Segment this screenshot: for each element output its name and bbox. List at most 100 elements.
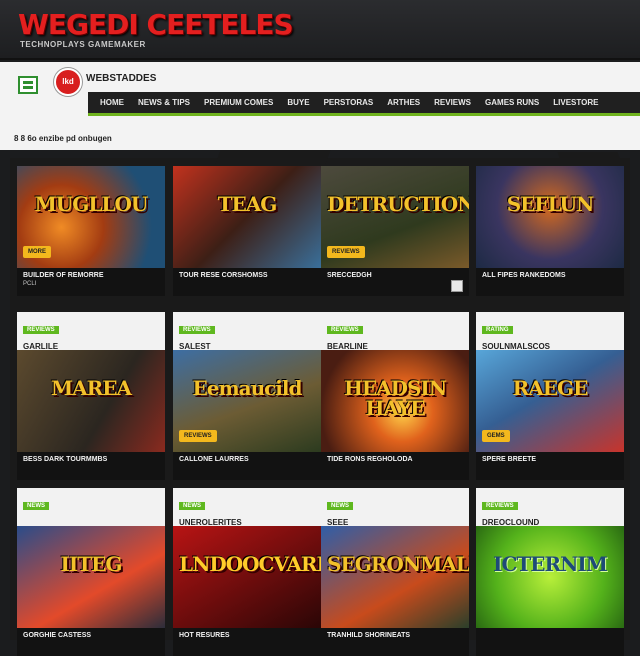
article-card[interactable]: RATING SOULNMALSCOS RAEGE GEMS SPERE BRE… [476,312,624,480]
article-card[interactable]: MUGLLOU MORE BUILDER OF REMORRE PCLI [17,166,165,296]
main-nav: HOME NEWS & TIPS PREMIUM COMES BUYE PERS… [88,92,640,116]
article-card[interactable]: NEWS SEEE SEGRONMALE TRANHILD SHORINEATS [321,488,469,656]
category-tag[interactable]: REVIEWS [482,502,518,510]
thumbnail-art-title: MUGLLOU [34,192,149,216]
article-title[interactable]: TIDE RONS REGHOLODA [327,456,463,463]
thumbnail-art-title: IITEG [60,552,123,576]
article-meta: SRECCEDGH [321,268,469,296]
article-title[interactable]: BESS DARK TOURMMBS [23,456,159,463]
nav-item-games-runs[interactable]: GAMES RUNS [485,98,539,107]
site-name[interactable]: WEBSTADDES [86,73,156,84]
article-meta: SPERE BREETE [476,452,624,480]
article-card[interactable]: REVIEWS GARLILE MAREA BESS DARK TOURMMBS [17,312,165,480]
article-thumbnail[interactable]: SEGRONMALE [321,526,469,628]
article-title[interactable]: HOT RESURES [179,632,315,639]
article-meta: GORGHIE CASTESS [17,628,165,656]
article-meta: HOT RESURES [173,628,321,656]
category-tag[interactable]: REVIEWS [23,326,59,334]
article-card[interactable]: NEWS UNEROLERITES LNDOOCVARBEE HOT RESUR… [173,488,321,656]
card-header: NEWS UNEROLERITES [173,488,321,527]
article-card[interactable]: REVIEWS BEARLINE HEADSIN HAYE TIDE RONS … [321,312,469,480]
breadcrumb-text[interactable]: enzibe pd onbugen [39,134,112,143]
article-thumbnail[interactable]: MAREA [17,350,165,452]
category-tag[interactable]: NEWS [23,502,49,510]
card-header: REVIEWS BEARLINE [321,312,469,351]
gems-badge[interactable]: GEMS [482,430,510,442]
reviews-badge[interactable]: REVIEWS [179,430,217,442]
site-logo-badge[interactable]: lkd [54,68,82,96]
nav-item-buye[interactable]: BUYE [287,98,309,107]
article-meta [476,628,624,656]
article-meta: BUILDER OF REMORRE PCLI [17,268,165,296]
card-header: REVIEWS DREOCLOUND [476,488,624,527]
article-meta: TOUR RESE CORSHOMSS [173,268,321,296]
category-tag[interactable]: REVIEWS [327,326,363,334]
article-title[interactable]: ALL FIPES RANKEDOMS [482,272,618,279]
thumbnail-art-title: MAREA [50,376,132,400]
nav-item-livestore[interactable]: LIVESTORE [553,98,598,107]
menu-icon[interactable] [18,76,38,94]
thumbnail-art-title: DETRUCTION [327,192,469,216]
article-thumbnail[interactable]: ICTERNIM [476,526,624,628]
thumbnail-art-title: Eemaucild [192,376,303,400]
reviews-badge[interactable]: REVIEWS [327,246,365,258]
article-meta: BESS DARK TOURMMBS [17,452,165,480]
nav-item-perstoras[interactable]: PERSTORAS [324,98,374,107]
site-brand-logo[interactable]: WEGEDI CEETELES [18,8,294,41]
article-title[interactable]: SRECCEDGH [327,272,463,279]
article-title[interactable]: GORGHIE CASTESS [23,632,159,639]
article-thumbnail[interactable]: MUGLLOU MORE [17,166,165,268]
category-tag[interactable]: REVIEWS [179,326,215,334]
grid-decoration [557,152,623,166]
thumbnail-art-title: RAEGE [512,376,589,400]
category-tag[interactable]: RATING [482,326,513,334]
card-header: RATING SOULNMALSCOS [476,312,624,351]
category-tag[interactable]: NEWS [179,502,205,510]
nav-item-reviews[interactable]: REVIEWS [434,98,471,107]
article-card[interactable]: NEWS IITEG GORGHIE CASTESS [17,488,165,656]
nav-item-arthes[interactable]: ARTHES [387,98,420,107]
thumbnail-art-title: HEADSIN HAYE [343,376,447,420]
grid-decoration [215,150,331,164]
top-header: WEGEDI CEETELES TECHNOPLAYS GAMEMAKER [0,0,640,60]
breadcrumb: 8 8 6o enzibe pd onbugen [14,134,112,143]
article-thumbnail[interactable]: LNDOOCVARBEE [173,526,321,628]
article-thumbnail[interactable]: TEAG [173,166,321,268]
site-tagline: TECHNOPLAYS GAMEMAKER [20,40,146,49]
thumbnail-art-title: SEFLUN [506,192,595,216]
thumbnail-art-title: ICTERNIM [493,552,608,576]
article-meta: CALLONE LAURRES [173,452,321,480]
article-card[interactable]: TEAG TOUR RESE CORSHOMSS [173,166,321,296]
more-badge[interactable]: MORE [23,246,51,258]
card-header: REVIEWS GARLILE [17,312,165,351]
article-meta: TIDE RONS REGHOLODA [321,452,469,480]
card-header: NEWS SEEE [321,488,469,527]
card-header: REVIEWS SALEST [173,312,321,351]
nav-item-news[interactable]: NEWS & TIPS [138,98,190,107]
nav-item-premium[interactable]: PREMIUM COMES [204,98,273,107]
article-title[interactable]: SPERE BREETE [482,456,618,463]
article-title[interactable]: TRANHILD SHORINEATS [327,632,463,639]
thumbnail-art-title: TEAG [217,192,278,216]
article-title[interactable]: TOUR RESE CORSHOMSS [179,272,315,279]
article-title[interactable]: BUILDER OF REMORRE [23,272,159,279]
article-meta: TRANHILD SHORINEATS [321,628,469,656]
share-icon[interactable] [451,280,463,292]
nav-item-home[interactable]: HOME [100,98,124,107]
article-thumbnail[interactable]: RAEGE GEMS [476,350,624,452]
article-thumbnail[interactable]: IITEG [17,526,165,628]
article-thumbnail[interactable]: Eemaucild REVIEWS [173,350,321,452]
article-title[interactable]: CALLONE LAURRES [179,456,315,463]
article-card[interactable]: DETRUCTION REVIEWS SRECCEDGH [321,166,469,296]
article-card[interactable]: REVIEWS SALEST Eemaucild REVIEWS CALLONE… [173,312,321,480]
article-thumbnail[interactable]: DETRUCTION REVIEWS [321,166,469,268]
thumbnail-art-title: LNDOOCVARBEE [179,552,321,576]
breadcrumb-prefix[interactable]: 8 8 6o [14,134,37,143]
category-tag[interactable]: NEWS [327,502,353,510]
article-meta: ALL FIPES RANKEDOMS [476,268,624,296]
article-card[interactable]: REVIEWS DREOCLOUND ICTERNIM [476,488,624,656]
article-thumbnail[interactable]: HEADSIN HAYE [321,350,469,452]
article-thumbnail[interactable]: SEFLUN [476,166,624,268]
article-subline: PCLI [23,281,37,287]
article-card[interactable]: SEFLUN ALL FIPES RANKEDOMS [476,166,624,296]
